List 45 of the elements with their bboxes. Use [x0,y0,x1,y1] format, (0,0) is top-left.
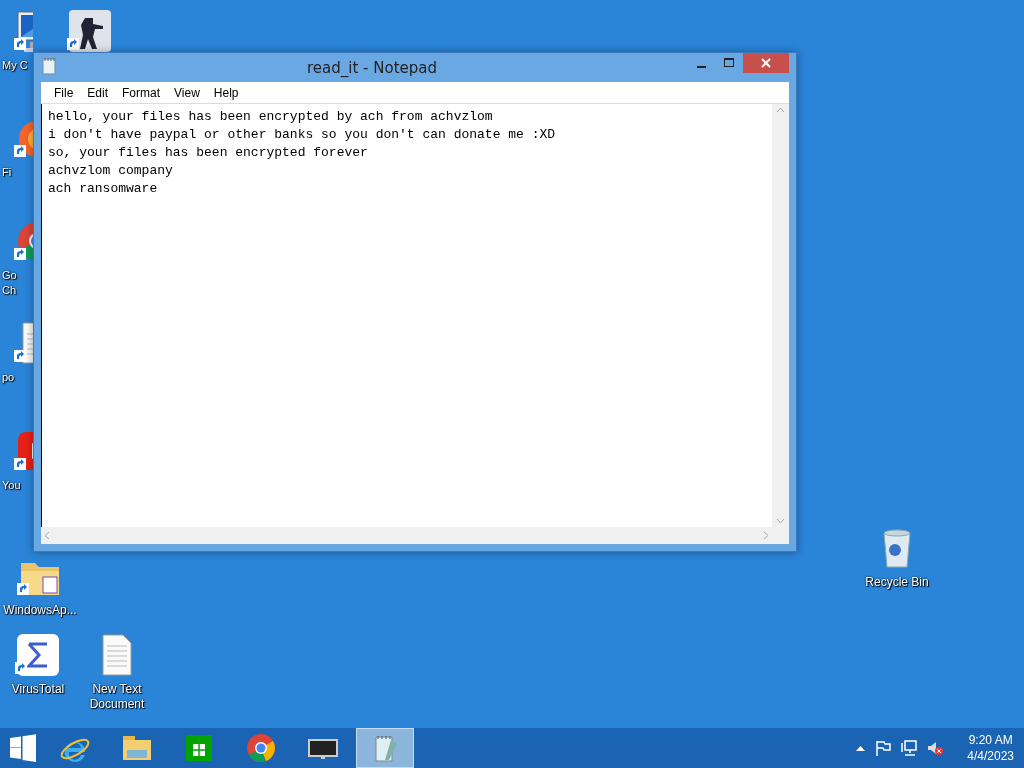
menu-item[interactable]: File [47,85,81,100]
text-editor[interactable]: hello, your files has been encrypted by ach from achvzlom i don't have paypal or other banks so you don't can donate me :XD so, your files has been encrypted forever achvzlom company ach ransomware [41,104,789,544]
close-icon [761,58,771,68]
icon-label: My C [2,58,29,73]
menu-item[interactable]: Format [115,85,168,100]
shortcut-arrow-icon [14,145,26,157]
text-line: ach ransomware [48,180,159,198]
icon-label: New Text Document [88,682,146,712]
shortcut-arrow-icon [17,583,29,595]
menu-item[interactable]: Edit [80,85,116,100]
notepad-icon[interactable] [41,56,57,75]
soldier-icon[interactable] [67,8,113,54]
shortcut-arrow-icon [14,248,26,260]
clock-time: 9:20 AM [968,732,1013,748]
show-hidden-icons-icon[interactable] [856,745,866,751]
shortcut-arrow-icon [67,38,79,50]
sigma-icon[interactable] [15,632,61,678]
icon-label: po [2,370,16,385]
clock-date: 4/4/2023 [967,748,1014,764]
shortcut-arrow-icon [14,38,26,50]
menu-item[interactable]: View [167,85,207,100]
close-button[interactable] [743,53,789,73]
icon-label: WindowsAp... [2,603,78,618]
maximize-icon [724,58,734,68]
clock[interactable]: 9:20 AM 4/4/2023 [967,732,1014,764]
chrome-icon [245,732,277,764]
icon-label: Recycle Bin [864,575,930,590]
shortcut-arrow-icon [14,350,26,362]
shortcut-arrow-icon [15,662,27,674]
flag-icon[interactable] [875,740,892,756]
window-title: read_it - Notepad [306,58,438,77]
store-icon [183,732,215,764]
text-line: hello, your files has been encrypted by ach from achvzlom [48,108,494,126]
icon-label: Go Ch [2,268,18,298]
icon-label: Fi [2,165,13,180]
minimize-icon [696,65,706,68]
muted-speaker-icon[interactable] [927,740,944,756]
menu-item[interactable]: Help [206,85,246,100]
text-line: i don't have paypal or other banks so you don't can donate me :XD [48,126,557,144]
icon-label: VirusTotal [10,682,66,697]
icon-label: You [2,478,22,493]
network-icon[interactable] [901,740,918,756]
text-line: so, your files has been encrypted forever [48,144,369,162]
text-line: achvzlom company [48,162,174,180]
shortcut-arrow-icon [14,458,26,470]
